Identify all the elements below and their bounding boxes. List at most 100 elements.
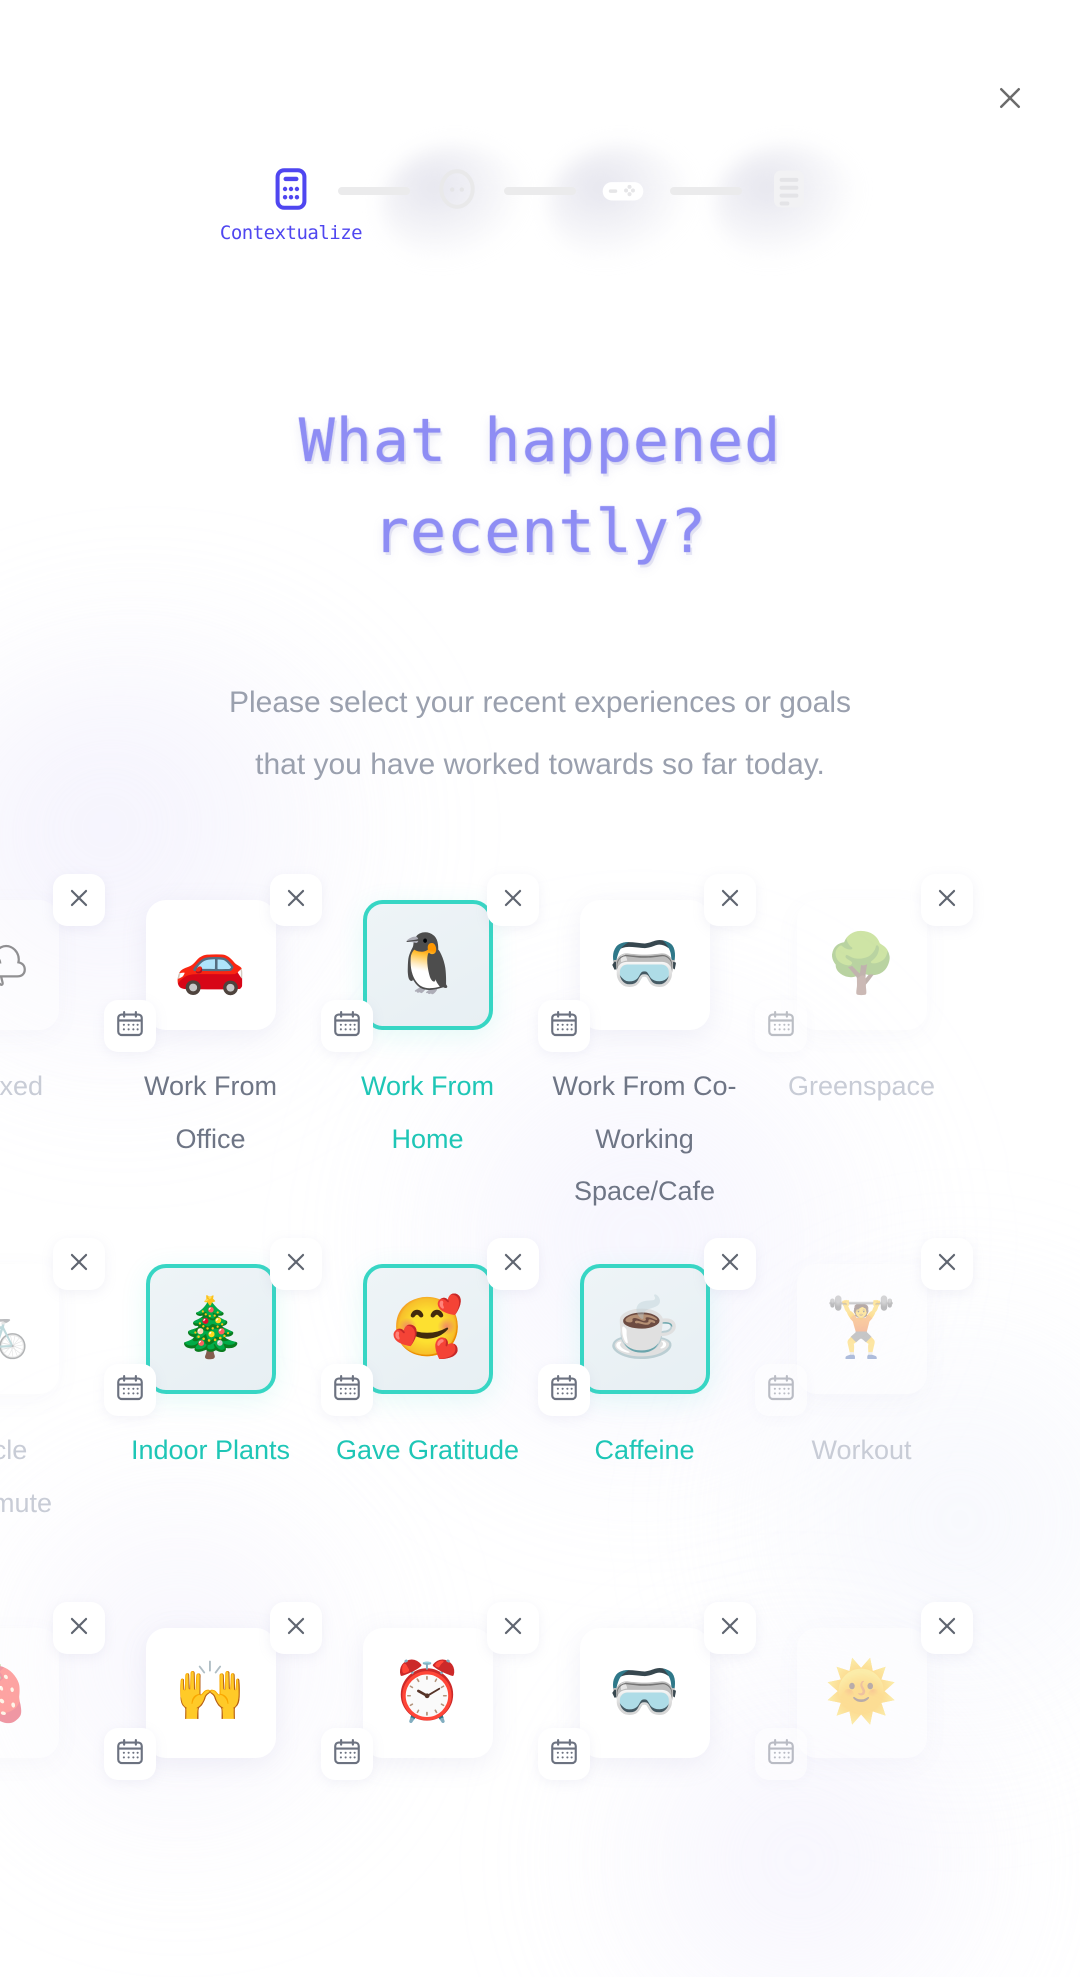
sidebar-item-activities[interactable] [548, 145, 698, 266]
stepper-connector [504, 187, 576, 195]
sidebar-item-mood[interactable] [382, 145, 532, 266]
schedule-badge[interactable] [754, 1000, 807, 1052]
experience-tile[interactable]: 🙌 [145, 1628, 276, 1758]
calendar-icon [115, 1737, 145, 1772]
close-dialog-button[interactable] [988, 78, 1032, 122]
calendar-icon [332, 1737, 362, 1772]
remove-experience-button[interactable] [269, 1238, 322, 1290]
close-icon [934, 1249, 960, 1280]
tile-wrapper: 🏋 [754, 1238, 973, 1416]
schedule-badge[interactable] [537, 1000, 590, 1052]
experience-tile[interactable]: 🚗 [145, 900, 276, 1030]
tile-wrapper: 🥽 [537, 1602, 756, 1780]
sidebar-item-notes[interactable] [714, 145, 864, 266]
remove-experience-button[interactable] [920, 1602, 973, 1654]
experience-card-early-alarm[interactable]: ⏰ [319, 1602, 539, 1788]
sidebar-item-contextualize[interactable]: Contextualize [220, 166, 363, 244]
experience-card-label: Work From Office [144, 1071, 277, 1154]
calendar-icon [332, 1373, 362, 1408]
experience-tile[interactable]: 🥽 [579, 1628, 710, 1758]
experience-card-row3-partial-left[interactable]: 🍓 [0, 1602, 105, 1788]
tile-wrapper: 🍓 [0, 1602, 105, 1758]
experience-tile[interactable]: 🌞 [796, 1628, 927, 1758]
schedule-badge[interactable] [537, 1728, 590, 1780]
calendar-icon [766, 1009, 796, 1044]
remove-experience-button[interactable] [920, 1238, 973, 1290]
experience-card-cycle-commute[interactable]: 🚲 Cycle Commute [0, 1238, 105, 1529]
experience-card-relaxed[interactable]: 🌤 Relaxed [0, 874, 105, 1218]
experience-tile[interactable]: 🌳 [796, 900, 927, 1030]
experience-tile[interactable]: 🥰 [362, 1264, 493, 1394]
experience-tile[interactable]: 🥽 [579, 900, 710, 1030]
schedule-badge[interactable] [103, 1000, 156, 1052]
experience-card-workout[interactable]: 🏋 Workout [753, 1238, 973, 1529]
experience-tile[interactable]: 🚲 [0, 1264, 59, 1394]
tile-wrapper: ⏰ [320, 1602, 539, 1780]
experience-tile[interactable]: ☕ [579, 1264, 710, 1394]
experience-card-gave-gratitude[interactable]: 🥰 Gave Gratitude [319, 1238, 539, 1529]
remove-experience-button[interactable] [486, 1238, 539, 1290]
schedule-badge[interactable] [320, 1364, 373, 1416]
experience-card-work-from-home[interactable]: 🐧 Work From Home [319, 874, 539, 1218]
remove-experience-button[interactable] [269, 1602, 322, 1654]
close-icon [66, 1249, 92, 1280]
experience-card-greens[interactable]: 🌳 Greenspace [753, 874, 973, 1218]
close-icon [66, 885, 92, 916]
experience-card-praise[interactable]: 🙌 [102, 1602, 322, 1788]
remove-experience-button[interactable] [52, 1238, 105, 1290]
row-track: 🚲 Cycle Commute🎄 Indoor Plants🥰 Gave Gra… [0, 1238, 1080, 1529]
stepper-connector [670, 187, 742, 195]
close-icon [283, 885, 309, 916]
experience-card-row3-partial-right[interactable]: 🌞 [753, 1602, 973, 1788]
schedule-badge[interactable] [320, 1728, 373, 1780]
remove-experience-button[interactable] [269, 874, 322, 926]
schedule-badge[interactable] [754, 1364, 807, 1416]
calculator-icon [268, 166, 314, 217]
experience-emoji: 🌳 [825, 931, 898, 996]
experience-tile[interactable]: 🏋 [796, 1264, 927, 1394]
schedule-badge[interactable] [754, 1728, 807, 1780]
calendar-icon [549, 1737, 579, 1772]
experience-emoji: 🥽 [608, 931, 681, 996]
schedule-badge[interactable] [103, 1364, 156, 1416]
experience-emoji: 🙌 [174, 1659, 247, 1724]
experience-emoji: 🚗 [174, 931, 247, 996]
experience-tile[interactable]: 🍓 [0, 1628, 59, 1758]
remove-experience-button[interactable] [703, 874, 756, 926]
experience-emoji: 🌞 [825, 1659, 898, 1724]
remove-experience-button[interactable] [52, 874, 105, 926]
experience-card-label: Work From Home [361, 1071, 494, 1154]
experience-emoji: 🥰 [391, 1295, 464, 1360]
tile-wrapper: 🥰 [320, 1238, 539, 1416]
close-icon [66, 1613, 92, 1644]
experience-card-work-from-office[interactable]: 🚗 Work From Office [102, 874, 322, 1218]
calendar-icon [766, 1373, 796, 1408]
schedule-badge[interactable] [537, 1364, 590, 1416]
tile-wrapper: 🌳 [754, 874, 973, 1052]
remove-experience-button[interactable] [920, 874, 973, 926]
experience-card-indoor-plants[interactable]: 🎄 Indoor Plants [102, 1238, 322, 1529]
experience-card-label: Workout [811, 1435, 912, 1465]
experience-emoji: 🏋 [825, 1295, 898, 1360]
document-icon [766, 166, 812, 217]
experience-tile[interactable]: 🌤 [0, 900, 59, 1030]
remove-experience-button[interactable] [486, 1602, 539, 1654]
remove-experience-button[interactable] [703, 1238, 756, 1290]
experience-tile[interactable]: ⏰ [362, 1628, 493, 1758]
schedule-badge[interactable] [320, 1000, 373, 1052]
remove-experience-button[interactable] [52, 1602, 105, 1654]
experience-tile[interactable]: 🎄 [145, 1264, 276, 1394]
calendar-icon [766, 1737, 796, 1772]
schedule-badge[interactable] [103, 1728, 156, 1780]
remove-experience-button[interactable] [703, 1602, 756, 1654]
experience-card-caffeine[interactable]: ☕ Caffeine [536, 1238, 756, 1529]
close-icon [717, 1613, 743, 1644]
experience-card-sunglasses[interactable]: 🥽 [536, 1602, 756, 1788]
experience-card-work-from-co-working-space-cafe[interactable]: 🥽 Work From Co-Working Space/Cafe [536, 874, 756, 1218]
tile-wrapper: 🥽 [537, 874, 756, 1052]
close-icon [283, 1613, 309, 1644]
experience-emoji: 🎄 [174, 1295, 247, 1360]
remove-experience-button[interactable] [486, 874, 539, 926]
experience-card-label: Work From Co-Working Space/Cafe [552, 1071, 737, 1207]
experience-tile[interactable]: 🐧 [362, 900, 493, 1030]
